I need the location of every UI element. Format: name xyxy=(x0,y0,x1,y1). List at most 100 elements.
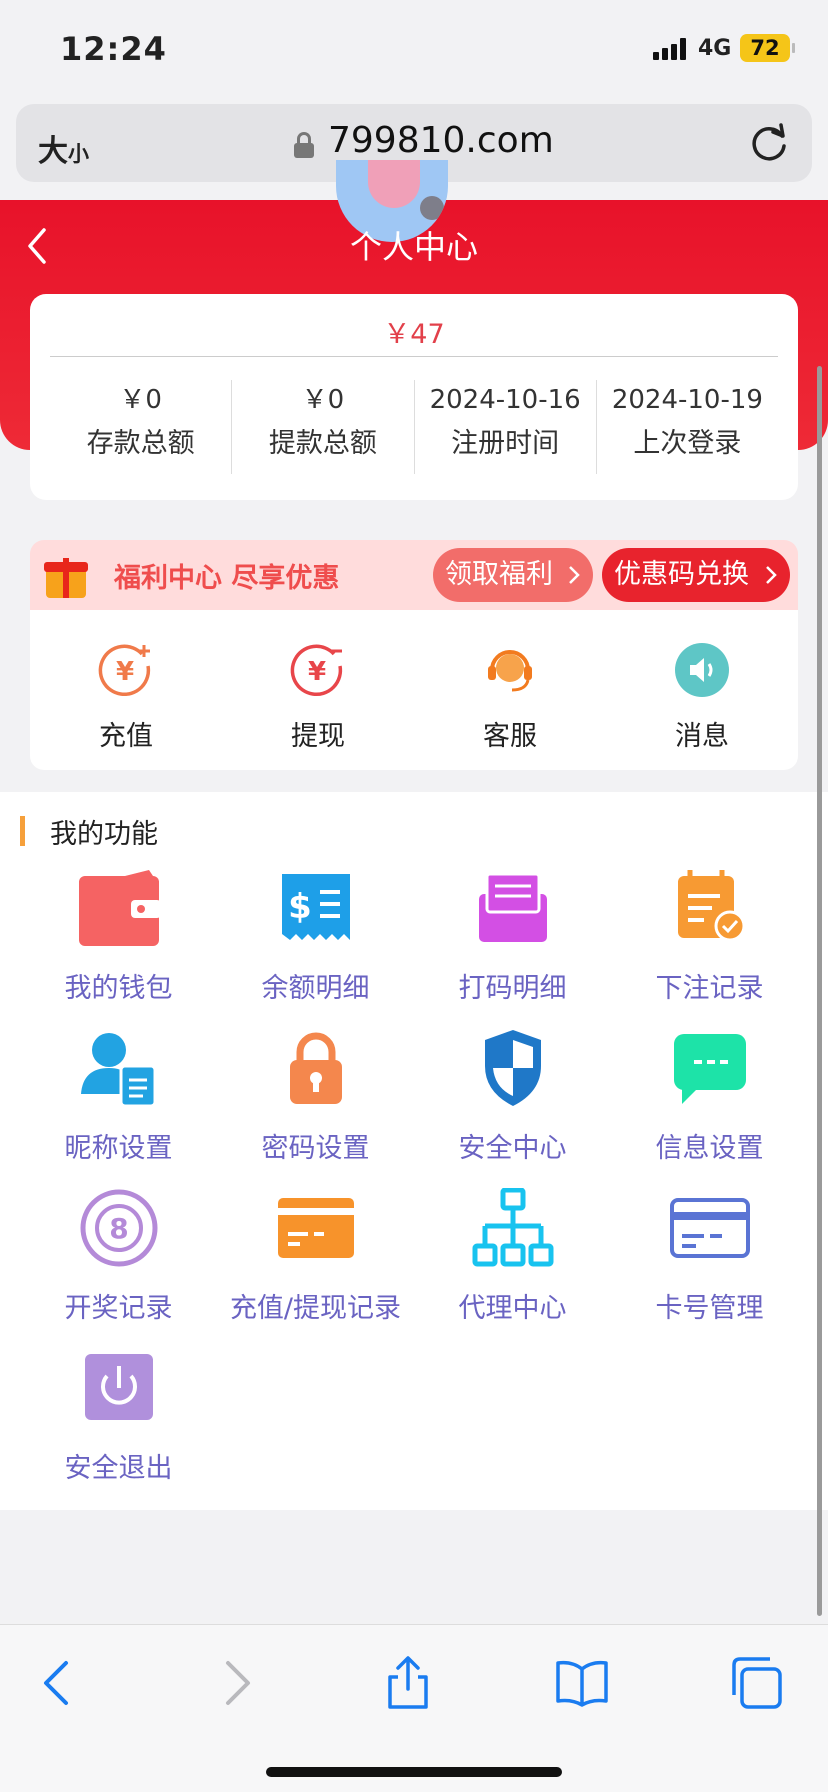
bookmarks-icon[interactable] xyxy=(554,1655,610,1711)
bet-record-icon xyxy=(677,870,745,942)
withdraw-label: 提现 xyxy=(291,721,345,752)
quick-actions: ¥ 充值 ¥ 提现 客服 消息 xyxy=(30,610,798,770)
tabs-icon[interactable] xyxy=(728,1655,784,1711)
betting-code-icon xyxy=(478,872,547,942)
status-time: 12:24 xyxy=(60,30,167,68)
functions-title: 我的功能 xyxy=(50,819,158,850)
recharge-label: 充值 xyxy=(99,721,153,752)
function-label: 卡号管理 xyxy=(655,1293,764,1324)
account-stats: ￥0 存款总额 ￥0 提款总额 2024-10-16 注册时间 2024-10-… xyxy=(50,380,778,474)
message-button[interactable]: 消息 xyxy=(606,610,798,770)
functions-section: 我的功能 我的钱包 $ 余额明细 打码明细 下注记录 昵称设置 密码设置 安全中… xyxy=(0,792,828,1510)
welfare-banner: 福利中心 尽享优惠 领取福利 优惠码兑换 xyxy=(30,540,798,610)
function-label: 昵称设置 xyxy=(64,1133,173,1164)
chevron-right-icon xyxy=(569,566,580,584)
edit-avatar-icon[interactable] xyxy=(420,196,444,220)
customer-service-icon xyxy=(488,650,532,692)
function-label: 代理中心 xyxy=(458,1293,567,1324)
function-label: 密码设置 xyxy=(261,1133,370,1164)
lottery-record-item[interactable]: 8 开奖记录 xyxy=(20,1188,217,1348)
page-title: 个人中心 xyxy=(349,228,478,266)
function-label: 充值/提现记录 xyxy=(229,1293,402,1324)
lottery-ball-icon: 8 xyxy=(80,1189,157,1267)
stat-value: 2024-10-16 xyxy=(429,385,581,415)
lock-icon xyxy=(294,132,314,158)
security-center-item[interactable]: 安全中心 xyxy=(414,1028,611,1188)
message-label: 消息 xyxy=(675,721,729,752)
share-icon[interactable] xyxy=(380,1655,436,1711)
nickname-settings-item[interactable]: 昵称设置 xyxy=(20,1028,217,1188)
back-arrow-icon[interactable] xyxy=(30,1655,86,1711)
gift-icon xyxy=(44,552,88,598)
betting-code-item[interactable]: 打码明细 xyxy=(414,868,611,1028)
stat-register-date: 2024-10-16 注册时间 xyxy=(413,380,596,474)
chat-bubble-icon xyxy=(673,1034,746,1104)
card-record-icon xyxy=(277,1198,354,1258)
lock-icon xyxy=(289,1032,342,1104)
customer-service-label: 客服 xyxy=(483,721,537,752)
account-balance: ￥47 xyxy=(383,319,445,350)
recharge-icon: ¥ xyxy=(98,644,151,696)
stat-withdraw-total: ￥0 提款总额 xyxy=(231,380,413,474)
welfare-text: 福利中心 尽享优惠 xyxy=(114,563,340,594)
logout-item[interactable]: 安全退出 xyxy=(20,1348,217,1508)
scrollbar[interactable] xyxy=(817,366,822,1616)
bank-card-icon xyxy=(669,1198,750,1258)
network-type: 4G xyxy=(698,36,732,61)
divider xyxy=(50,356,778,357)
function-label: 安全退出 xyxy=(64,1453,173,1484)
stat-value: ￥0 xyxy=(301,385,345,415)
agent-center-item[interactable]: 代理中心 xyxy=(414,1187,611,1348)
stat-label: 注册时间 xyxy=(451,428,560,459)
withdraw-icon: ¥ xyxy=(290,644,343,696)
battery-tip xyxy=(792,43,795,53)
svg-text:8: 8 xyxy=(109,1212,128,1245)
nickname-icon xyxy=(80,1033,156,1108)
password-settings-item[interactable]: 密码设置 xyxy=(217,1028,414,1188)
stat-last-login: 2024-10-19 上次登录 xyxy=(595,380,778,474)
reload-icon[interactable] xyxy=(746,120,792,166)
svg-text:¥: ¥ xyxy=(116,657,134,687)
wallet-icon xyxy=(78,870,161,946)
text-size-large: 大 xyxy=(38,134,68,169)
claim-welfare-label: 领取福利 xyxy=(445,559,553,590)
url-text[interactable]: 799810.com xyxy=(328,120,554,161)
my-wallet-item[interactable]: 我的钱包 xyxy=(20,868,217,1028)
function-label: 我的钱包 xyxy=(64,973,173,1004)
shield-icon xyxy=(484,1030,541,1106)
stat-value: ￥0 xyxy=(119,385,162,415)
function-label: 安全中心 xyxy=(458,1133,567,1164)
svg-text:$: $ xyxy=(288,887,312,927)
org-chart-icon xyxy=(472,1187,553,1267)
function-label: 下注记录 xyxy=(655,973,764,1004)
home-indicator xyxy=(266,1767,562,1777)
customer-service-button[interactable]: 客服 xyxy=(414,610,606,770)
info-settings-item[interactable]: 信息设置 xyxy=(611,1028,808,1188)
browser-toolbar xyxy=(0,1624,828,1792)
text-size-small: 小 xyxy=(68,142,89,166)
balance-detail-item[interactable]: $ 余额明细 xyxy=(217,868,414,1028)
text-size-button[interactable]: 大小 xyxy=(38,126,89,170)
withdraw-button[interactable]: ¥ 提现 xyxy=(222,610,414,770)
svg-text:¥: ¥ xyxy=(308,657,326,687)
battery-icon: 72 xyxy=(740,34,790,62)
card-management-item[interactable]: 卡号管理 xyxy=(611,1188,808,1348)
function-label: 信息设置 xyxy=(655,1133,764,1164)
forward-arrow-icon[interactable] xyxy=(208,1655,264,1711)
page: 12:24 4G 72 大小 799810.com 个人中心 ￥47 ￥0 存款 xyxy=(0,0,828,1792)
function-label: 打码明细 xyxy=(458,973,567,1004)
function-label: 开奖记录 xyxy=(64,1293,173,1324)
signal-icon xyxy=(653,38,689,60)
promo-code-button[interactable]: 优惠码兑换 xyxy=(602,548,790,602)
status-bar: 12:24 4G 72 xyxy=(0,0,828,100)
power-icon xyxy=(84,1354,153,1420)
stat-label: 提款总额 xyxy=(268,428,377,459)
stat-deposit-total: ￥0 存款总额 xyxy=(50,380,231,474)
recharge-button[interactable]: ¥ 充值 xyxy=(30,610,222,770)
stat-value: 2024-10-19 xyxy=(611,385,763,415)
recharge-withdraw-record-item[interactable]: 充值/提现记录 xyxy=(217,1188,414,1348)
promo-code-label: 优惠码兑换 xyxy=(614,559,749,590)
function-label: 余额明细 xyxy=(261,973,370,1004)
claim-welfare-button[interactable]: 领取福利 xyxy=(433,548,593,602)
bet-record-item[interactable]: 下注记录 xyxy=(611,868,808,1028)
